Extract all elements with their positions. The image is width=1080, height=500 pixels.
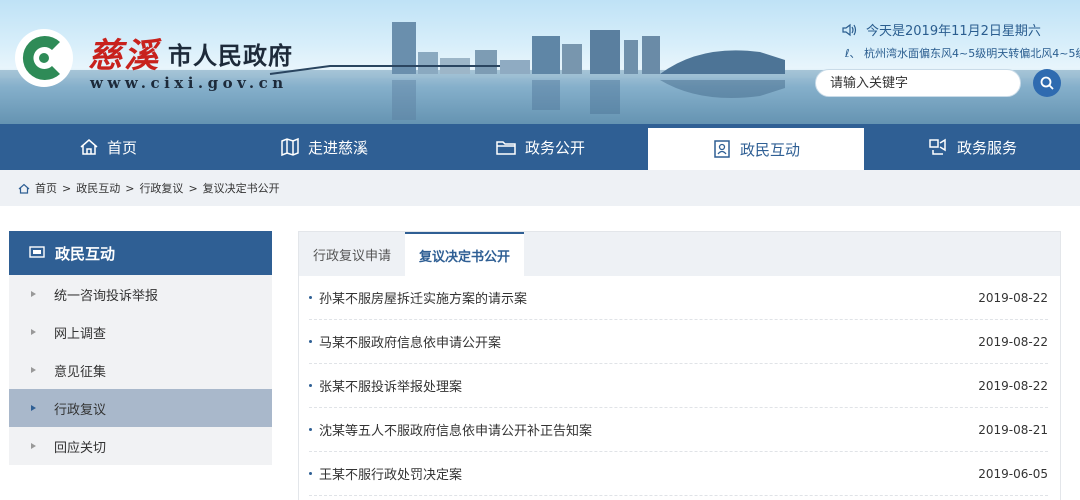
sidebar-title: 政民互动: [55, 244, 116, 263]
nav-item-about-cixi[interactable]: 走进慈溪: [216, 124, 432, 170]
list-item-title[interactable]: 孙某不服房屋拆迁实施方案的请示案: [319, 288, 527, 307]
sidebar-item-admin-review[interactable]: 行政复议: [9, 389, 272, 427]
breadcrumb-interaction[interactable]: 政民互动: [76, 180, 120, 196]
nav-item-label: 首页: [106, 138, 137, 157]
arrow-right-icon: [31, 443, 36, 449]
sidebar-item-label: 意见征集: [54, 364, 107, 380]
folder-icon: [496, 141, 516, 155]
sidebar-list: 统一咨询投诉举报 网上调查 意见征集 行政复议 回应关切: [9, 275, 272, 465]
nav-item-label: 走进慈溪: [307, 138, 368, 157]
sidebar-item-opinion-collection[interactable]: 意见征集: [9, 351, 272, 389]
nav-item-label: 政民互动: [739, 140, 800, 159]
bullet-icon: [309, 296, 312, 299]
main-nav: 首页 走进慈溪 政务公开 政民互动 政务服务: [0, 124, 1080, 170]
breadcrumb: 首页 > 政民互动 > 行政复议 > 复议决定书公开: [0, 170, 1080, 206]
content-tabs: 行政复议申请 复议决定书公开: [299, 232, 1060, 276]
arrow-right-icon: [31, 291, 36, 297]
brand-suffix: 市人民政府: [168, 42, 293, 70]
list-item-title-wrap: 张某不服投诉举报处理案: [309, 376, 462, 395]
nav-item-gov-affairs[interactable]: 政务公开: [432, 124, 648, 170]
site-header: 慈溪 市人民政府 www.cixi.gov.cn 今天是2019年11月2日星期…: [0, 0, 1080, 124]
sidebar-item-label: 统一咨询投诉举报: [54, 288, 159, 304]
list-item-title-wrap: 孙某不服房屋拆迁实施方案的请示案: [309, 288, 527, 307]
breadcrumb-current: 复议决定书公开: [202, 182, 280, 195]
arrow-right-icon: [31, 405, 36, 411]
sidebar-item-consult-complaint[interactable]: 统一咨询投诉举报: [9, 275, 272, 313]
breadcrumb-separator: >: [125, 181, 135, 195]
list-item[interactable]: 沈某等五人不服政府信息依申请公开补正告知案 2019-08-21: [309, 408, 1048, 452]
breadcrumb-home[interactable]: 首页: [35, 180, 57, 196]
site-url: www.cixi.gov.cn: [90, 74, 288, 92]
date-text: 今天是2019年11月2日星期六: [866, 24, 1041, 39]
list-item[interactable]: 王某不服行政处罚决定案 2019-06-05: [309, 452, 1048, 496]
home-icon: [80, 139, 98, 155]
home-icon: [18, 183, 30, 194]
sidebar: 政民互动 统一咨询投诉举报 网上调查 意见征集 行政复议 回应关切: [9, 231, 272, 465]
list-item[interactable]: 孙某不服房屋拆迁实施方案的请示案 2019-08-22: [309, 276, 1048, 320]
sidebar-item-response-concerns[interactable]: 回应关切: [9, 427, 272, 465]
list-item-title[interactable]: 沈某等五人不服政府信息依申请公开补正告知案: [319, 420, 592, 439]
nav-item-gov-services[interactable]: 政务服务: [864, 124, 1080, 170]
site-logo[interactable]: [14, 28, 74, 88]
search-icon: [1040, 76, 1054, 90]
nav-item-label: 政务公开: [524, 138, 585, 157]
arrow-right-icon: [31, 367, 36, 373]
weather-ticker: ℓ、 杭州湾水面偏东风4~5级明天转偏北风4~5级: [845, 45, 1080, 61]
city-skyline-banner: [0, 22, 1080, 124]
sidebar-header: 政民互动: [9, 231, 272, 275]
sidebar-item-label: 网上调查: [54, 326, 107, 342]
bullet-icon: [309, 384, 312, 387]
nav-item-interaction[interactable]: 政民互动: [648, 128, 864, 170]
weather-text: 杭州湾水面偏东风4~5级明天转偏北风4~5级: [864, 47, 1080, 60]
wind-icon: ℓ、: [845, 47, 861, 60]
list-item-title[interactable]: 王某不服行政处罚决定案: [319, 464, 462, 483]
list-item-title-wrap: 马某不服政府信息依申请公开案: [309, 332, 501, 351]
nav-item-label: 政务服务: [956, 138, 1017, 157]
tab-review-application[interactable]: 行政复议申请: [299, 232, 405, 276]
list-item-date: 2019-08-22: [978, 334, 1048, 349]
search-box: [815, 69, 1021, 97]
monitor-icon: [29, 246, 45, 258]
list-item-date: 2019-06-05: [978, 466, 1048, 481]
nav-item-home[interactable]: 首页: [0, 124, 216, 170]
speaker-icon: [842, 23, 857, 36]
bullet-icon: [309, 340, 312, 343]
service-icon: [929, 138, 946, 155]
arrow-right-icon: [31, 329, 36, 335]
breadcrumb-admin-review[interactable]: 行政复议: [139, 180, 183, 196]
content-panel: 行政复议申请 复议决定书公开 孙某不服房屋拆迁实施方案的请示案 2019-08-…: [298, 231, 1061, 500]
decision-list: 孙某不服房屋拆迁实施方案的请示案 2019-08-22 马某不服政府信息依申请公…: [299, 276, 1060, 496]
person-card-icon: [714, 140, 730, 158]
list-item-title[interactable]: 马某不服政府信息依申请公开案: [319, 332, 501, 351]
brand-name: 慈溪: [88, 36, 160, 76]
sidebar-item-label: 回应关切: [54, 440, 107, 456]
breadcrumb-separator: >: [62, 181, 72, 195]
list-item-date: 2019-08-21: [978, 422, 1048, 437]
search-input[interactable]: [816, 70, 1020, 96]
list-item-title[interactable]: 张某不服投诉举报处理案: [319, 376, 462, 395]
sidebar-item-online-survey[interactable]: 网上调查: [9, 313, 272, 351]
breadcrumb-separator: >: [188, 181, 198, 195]
tab-decision-disclosure[interactable]: 复议决定书公开: [405, 232, 525, 276]
list-item[interactable]: 张某不服投诉举报处理案 2019-08-22: [309, 364, 1048, 408]
list-item-title-wrap: 王某不服行政处罚决定案: [309, 464, 462, 483]
date-info: 今天是2019年11月2日星期六: [842, 20, 1041, 39]
search-button[interactable]: [1033, 69, 1061, 97]
bullet-icon: [309, 428, 312, 431]
bullet-icon: [309, 472, 312, 475]
list-item-title-wrap: 沈某等五人不服政府信息依申请公开补正告知案: [309, 420, 592, 439]
list-item-date: 2019-08-22: [978, 378, 1048, 393]
sidebar-item-label: 行政复议: [54, 402, 107, 418]
list-item[interactable]: 马某不服政府信息依申请公开案 2019-08-22: [309, 320, 1048, 364]
map-icon: [281, 137, 299, 157]
list-item-date: 2019-08-22: [978, 290, 1048, 305]
